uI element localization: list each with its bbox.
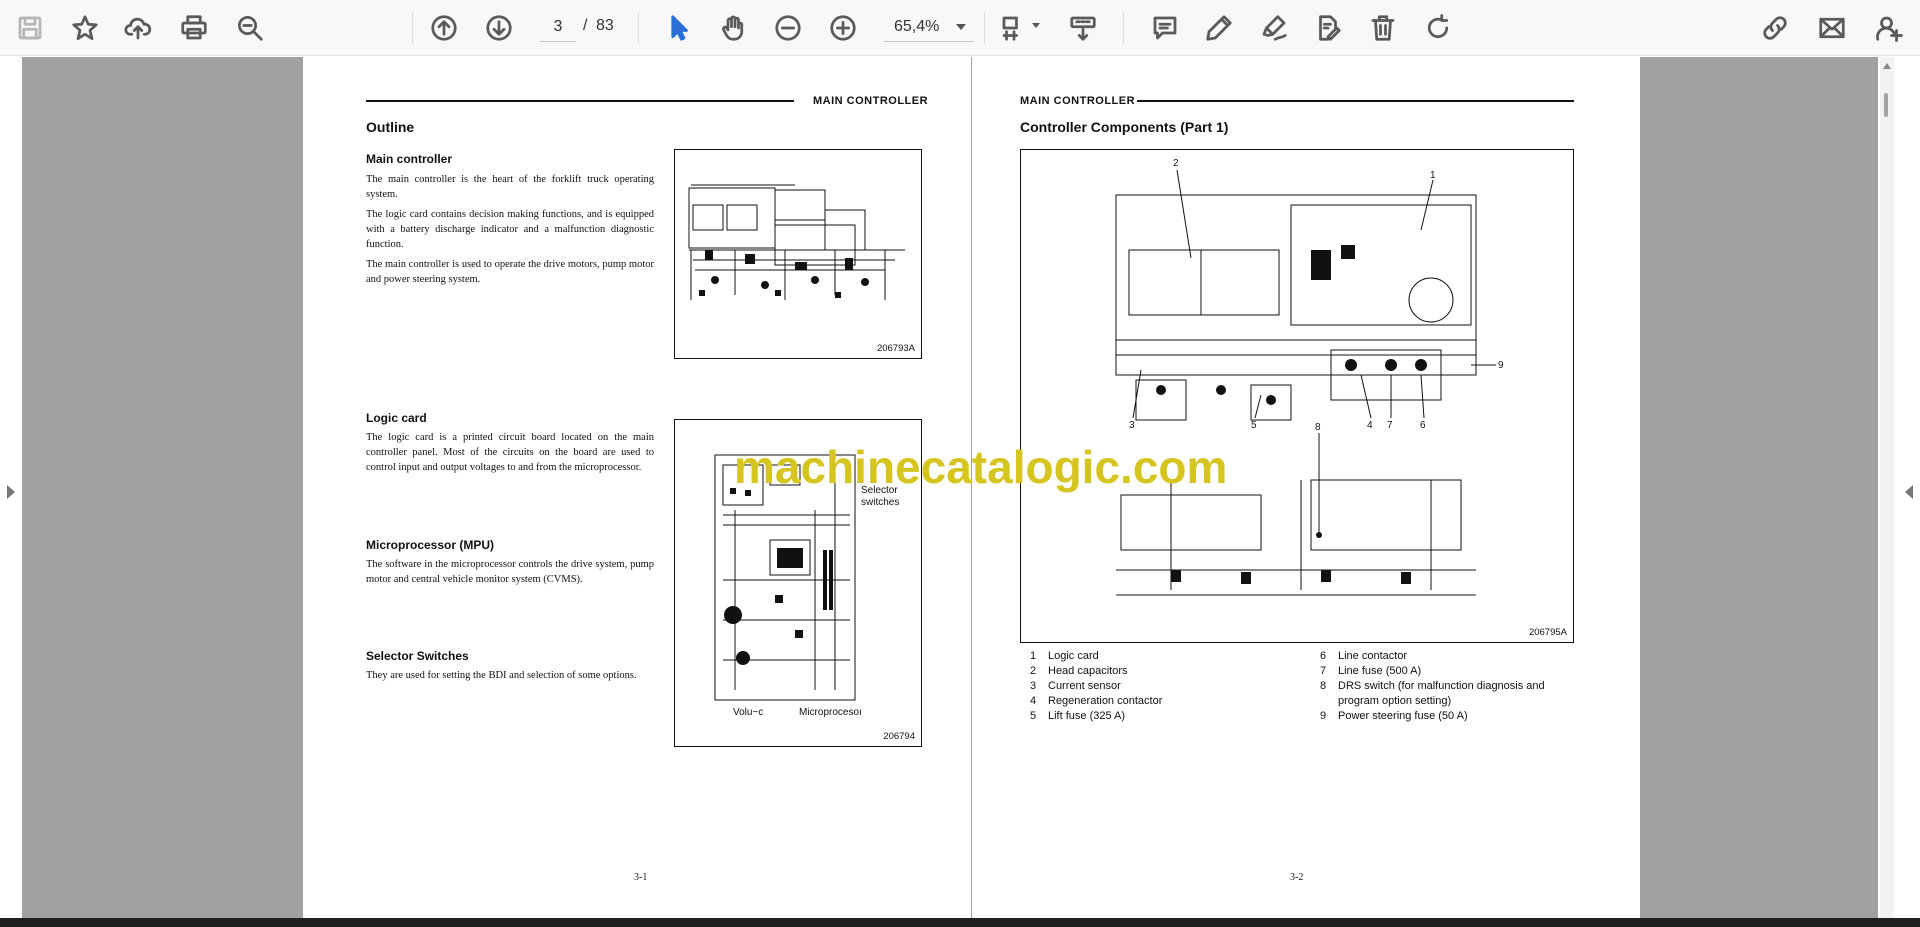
upload-icon[interactable] <box>119 9 157 47</box>
paragraph: The main controller is the heart of the … <box>366 174 654 200</box>
highlighter-icon[interactable] <box>1255 9 1293 47</box>
legend-item: 6 Line contactor <box>1320 650 1408 662</box>
section-heading: Microprocessor (MPU) <box>366 538 495 552</box>
figure-main-controller: 206793A <box>674 149 922 359</box>
scrollbar-thumb[interactable] <box>1884 93 1888 117</box>
legend-item: 1 Logic card <box>1030 650 1099 662</box>
comment-icon[interactable] <box>1146 9 1184 47</box>
toolbar-separator <box>412 12 413 44</box>
section-heading: Main controller <box>366 152 453 166</box>
section-heading: Selector Switches <box>366 649 469 663</box>
legend-right: 6 Line contactor 7 Line fuse (500 A) 8 DRS … <box>1320 649 1570 724</box>
page-total: 83 <box>596 17 614 34</box>
chevron-down-icon <box>956 24 966 30</box>
page-view-icon[interactable] <box>995 9 1033 47</box>
section-heading: Logic card <box>366 411 427 425</box>
callout-5: 5 <box>1251 420 1257 431</box>
toolbar-separator <box>1123 12 1124 44</box>
right-pane-toggle-icon[interactable] <box>1905 485 1913 499</box>
header-rule <box>1137 100 1574 102</box>
paragraph: The logic card contains decision making … <box>366 209 654 250</box>
zoom-plus-icon[interactable] <box>824 9 862 47</box>
toolbar-separator <box>638 12 639 44</box>
figure-id: 206794 <box>883 731 915 742</box>
figure-label-microprocessor: Microprocesoı <box>799 707 862 718</box>
pen-icon[interactable] <box>1200 9 1238 47</box>
callout-4: 4 <box>1367 420 1373 431</box>
callout-6: 6 <box>1420 420 1426 431</box>
paragraph: They are used for setting the BDI and se… <box>366 670 637 681</box>
toolbar: / 83 65,4% <box>0 0 1920 56</box>
stamp-icon[interactable] <box>1309 9 1347 47</box>
scroll-up-icon[interactable] <box>1883 63 1891 69</box>
document-viewer: MAIN CONTROLLER Outline Main controller … <box>0 57 1920 918</box>
legend-left: 1 Logic card 2 Head capacitors 3 Current se… <box>1030 649 1290 724</box>
legend-item: 5 Lift fuse (325 A) <box>1030 710 1126 722</box>
trash-icon[interactable] <box>1364 9 1402 47</box>
figure-id: 206795A <box>1528 627 1567 638</box>
paragraph: The main controller is used to operate t… <box>366 259 654 285</box>
callout-3: 3 <box>1129 420 1135 431</box>
callout-1: 1 <box>1430 170 1436 181</box>
legend-item: 7 Line fuse (500 A) <box>1320 665 1422 677</box>
page-canvas: MAIN CONTROLLER Outline Main controller … <box>22 57 1878 918</box>
star-icon[interactable] <box>66 9 104 47</box>
legend-item: 8 DRS switch (for malfunction diagnosis a… <box>1320 680 1545 707</box>
zoom-value: 65,4% <box>894 18 940 35</box>
pointer-icon[interactable] <box>660 9 698 47</box>
watermark-text: machinecatalogic.com <box>734 441 1228 493</box>
header-rule <box>366 100 794 102</box>
legend-item: 4 Regeneration contactor <box>1030 695 1163 707</box>
link-icon[interactable] <box>1756 9 1794 47</box>
controller-components-drawing <box>1115 169 1496 596</box>
redo-icon[interactable] <box>1419 9 1457 47</box>
paragraph: The logic card is a printed circuit boar… <box>366 432 654 473</box>
taskbar-strip <box>0 918 1920 927</box>
mail-icon[interactable] <box>1813 9 1851 47</box>
callout-7: 7 <box>1387 420 1393 431</box>
page-number-input[interactable] <box>540 12 576 42</box>
figure-label-volume: Volu~c <box>733 707 764 718</box>
page-separator: / <box>583 17 588 34</box>
print-icon[interactable] <box>175 9 213 47</box>
chevron-down-icon[interactable] <box>1032 23 1040 28</box>
vertical-scrollbar[interactable] <box>1880 57 1894 918</box>
zoom-out-search-icon[interactable] <box>231 9 269 47</box>
page-footer: 3-1 <box>634 872 648 883</box>
scroll-mode-icon[interactable] <box>1064 9 1102 47</box>
callout-8: 8 <box>1315 422 1321 433</box>
page-down-icon[interactable] <box>480 9 518 47</box>
legend-item: 9 Power steering fuse (50 A) <box>1320 710 1468 722</box>
page-header: MAIN CONTROLLER <box>813 95 929 107</box>
zoom-dropdown[interactable]: 65,4% <box>884 12 974 42</box>
page-up-icon[interactable] <box>425 9 463 47</box>
left-pane-toggle-icon[interactable] <box>7 485 15 499</box>
figure-id: 206793A <box>876 343 915 354</box>
toolbar-separator <box>984 12 985 44</box>
account-icon[interactable] <box>1870 9 1908 47</box>
callout-9: 9 <box>1498 360 1504 371</box>
legend-item: 3 Current sensor <box>1030 680 1121 692</box>
page-title: Outline <box>366 119 415 135</box>
legend-item: 2 Head capacitors <box>1030 665 1128 677</box>
callout-2: 2 <box>1173 158 1179 169</box>
page-title: Controller Components (Part 1) <box>1020 119 1229 135</box>
save-icon[interactable] <box>11 9 49 47</box>
hand-icon[interactable] <box>714 9 752 47</box>
page-header: MAIN CONTROLLER <box>1020 95 1136 107</box>
page-footer: 3-2 <box>1290 872 1304 883</box>
figure-controller-components: 2 1 9 3 5 4 7 6 8 206795A <box>1020 149 1574 643</box>
main-controller-drawing <box>688 184 905 300</box>
zoom-minus-icon[interactable] <box>769 9 807 47</box>
paragraph: The software in the microprocessor contr… <box>366 559 654 585</box>
